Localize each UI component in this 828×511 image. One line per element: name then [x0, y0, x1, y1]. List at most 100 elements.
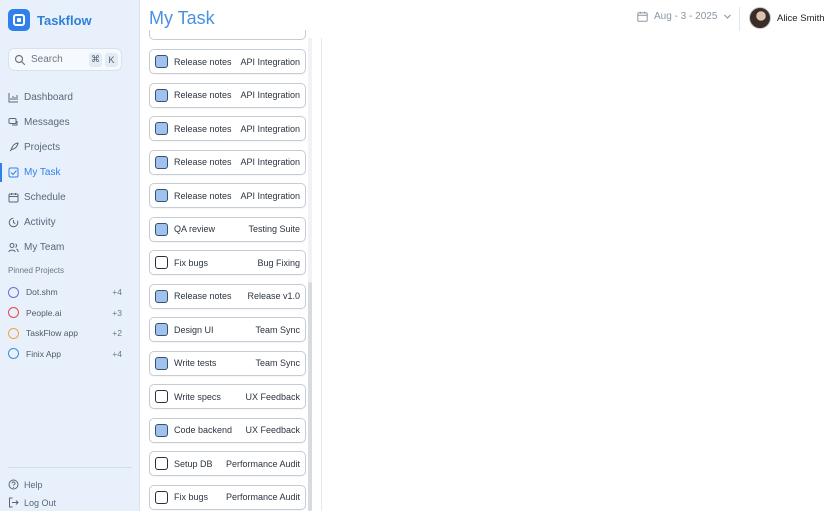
task-checkbox[interactable] — [155, 222, 168, 236]
task-title: Setup DB — [174, 458, 213, 469]
shortcut-key-k: K — [105, 52, 118, 67]
task-card[interactable]: Release notes API Integration — [149, 49, 306, 74]
task-card[interactable]: Write tests Team Sync — [149, 350, 306, 376]
search-label: Search — [31, 54, 63, 65]
pinned-project-finix-app[interactable]: Finix App +4 — [0, 344, 139, 365]
task-card[interactable]: Write specs UX Feedback — [149, 384, 306, 409]
sidebar-item-label: Projects — [24, 142, 61, 153]
sidebar-item-schedule[interactable]: Schedule — [0, 185, 139, 210]
user-menu[interactable]: Alice Smith — [749, 7, 825, 29]
pinned-project-name: People.ai — [26, 307, 62, 318]
pinned-project-name: TaskFlow app — [26, 328, 78, 339]
avatar — [749, 7, 771, 29]
sidebar-divider — [8, 467, 132, 468]
sidebar-item-my-task[interactable]: My Task — [0, 160, 139, 185]
task-checkbox[interactable] — [155, 490, 168, 504]
task-card[interactable]: Code backend UX Feedback — [149, 417, 306, 443]
task-check-icon — [8, 167, 19, 178]
task-checkbox[interactable] — [155, 423, 168, 437]
project-color-icon — [8, 348, 19, 360]
task-checkbox[interactable] — [155, 55, 168, 68]
taskflow-logo-icon — [8, 9, 30, 31]
pinned-project-name: Dot.shm — [26, 287, 58, 298]
task-card[interactable]: Release notes Release v1.0 — [149, 283, 306, 309]
task-project: API Integration — [240, 157, 300, 167]
task-project: Performance Audit — [225, 458, 300, 469]
project-color-icon — [8, 286, 19, 298]
search-icon — [14, 54, 26, 65]
task-title: Release notes — [174, 157, 232, 167]
task-checkbox[interactable] — [155, 457, 168, 470]
scrollbar-thumb[interactable] — [308, 282, 312, 511]
task-title: Release notes — [174, 190, 232, 201]
task-checkbox[interactable] — [155, 323, 168, 336]
pinned-project-people-ai[interactable]: People.ai +3 — [0, 303, 139, 324]
activity-icon — [8, 217, 19, 228]
task-card[interactable]: Fix bugs Bug Fixing — [149, 250, 306, 275]
search-box[interactable]: Search ⌘ K — [8, 48, 122, 71]
sidebar-item-activity[interactable]: Activity — [0, 210, 139, 235]
logout-icon — [9, 497, 19, 508]
chart-icon — [8, 93, 18, 103]
calendar-icon — [637, 11, 648, 22]
pinned-projects-list: Dot.shm +4 People.ai +3 TaskFlow app +2 … — [0, 282, 139, 364]
task-checkbox[interactable] — [155, 256, 168, 269]
sidebar: Taskflow Search ⌘ K Dashboard Messages P… — [0, 0, 140, 511]
project-color-icon — [8, 307, 19, 319]
task-title: Code backend — [174, 425, 233, 435]
sidebar-item-label: Messages — [24, 117, 70, 128]
task-card-partial — [149, 30, 306, 40]
task-checkbox[interactable] — [155, 289, 168, 303]
shortcut-key-cmd: ⌘ — [89, 52, 102, 67]
task-project: Performance Audit — [225, 492, 300, 502]
rocket-icon — [9, 142, 19, 152]
sidebar-item-label: Dashboard — [24, 92, 73, 103]
pinned-project-dot-shm[interactable]: Dot.shm +4 — [0, 282, 139, 303]
page-title: My Task — [149, 8, 215, 28]
sidebar-item-messages[interactable]: Messages — [0, 110, 139, 135]
sidebar-item-my-team[interactable]: My Team — [0, 235, 139, 260]
task-checkbox[interactable] — [155, 390, 168, 403]
task-card[interactable]: Release notes API Integration — [149, 149, 306, 175]
help-link[interactable]: Help — [8, 479, 43, 490]
task-checkbox[interactable] — [155, 356, 168, 370]
task-title: Release notes — [174, 291, 232, 301]
help-label: Help — [24, 479, 43, 490]
task-title: Fix bugs — [174, 257, 209, 268]
help-icon — [8, 479, 19, 490]
task-checkbox[interactable] — [155, 189, 168, 202]
date-picker[interactable]: Aug - 3 - 2025 — [637, 11, 732, 22]
sidebar-item-projects[interactable]: Projects — [0, 135, 139, 160]
task-checkbox[interactable] — [155, 88, 168, 102]
task-project: API Integration — [240, 56, 300, 67]
task-card[interactable]: Release notes API Integration — [149, 183, 306, 208]
task-card[interactable]: Fix bugs Performance Audit — [149, 484, 306, 510]
task-project: API Integration — [240, 90, 300, 100]
pinned-projects-title: Pinned Projects — [8, 266, 65, 275]
task-card[interactable]: Release notes API Integration — [149, 116, 306, 141]
pinned-project-count: +3 — [112, 307, 122, 318]
task-title: Write specs — [174, 391, 221, 402]
pinned-project-count: +2 — [112, 328, 122, 339]
logout-link[interactable]: Log Out — [8, 497, 56, 508]
task-project: Bug Fixing — [257, 257, 300, 268]
pinned-project-count: +4 — [112, 287, 122, 298]
team-icon — [8, 243, 19, 253]
task-card[interactable]: Design UI Team Sync — [149, 317, 306, 342]
brand[interactable]: Taskflow — [8, 9, 92, 31]
sidebar-item-dashboard[interactable]: Dashboard — [0, 85, 139, 110]
task-title: Release notes — [174, 56, 232, 67]
task-checkbox[interactable] — [155, 122, 168, 135]
sidebar-nav: Dashboard Messages Projects My Task Sche… — [0, 85, 139, 260]
task-card[interactable]: QA review Testing Suite — [149, 216, 306, 242]
task-checkbox[interactable] — [155, 155, 168, 169]
task-title: Release notes — [174, 90, 232, 100]
task-project: UX Feedback — [245, 425, 300, 435]
task-card[interactable]: Release notes API Integration — [149, 82, 306, 108]
task-project: Release v1.0 — [247, 291, 300, 301]
pinned-project-count: +4 — [112, 348, 122, 359]
date-range: Aug - 3 - 2025 — [654, 11, 718, 22]
sidebar-item-label: Schedule — [24, 192, 66, 203]
pinned-project-taskflow-app[interactable]: TaskFlow app +2 — [0, 323, 139, 344]
task-card[interactable]: Setup DB Performance Audit — [149, 451, 306, 476]
